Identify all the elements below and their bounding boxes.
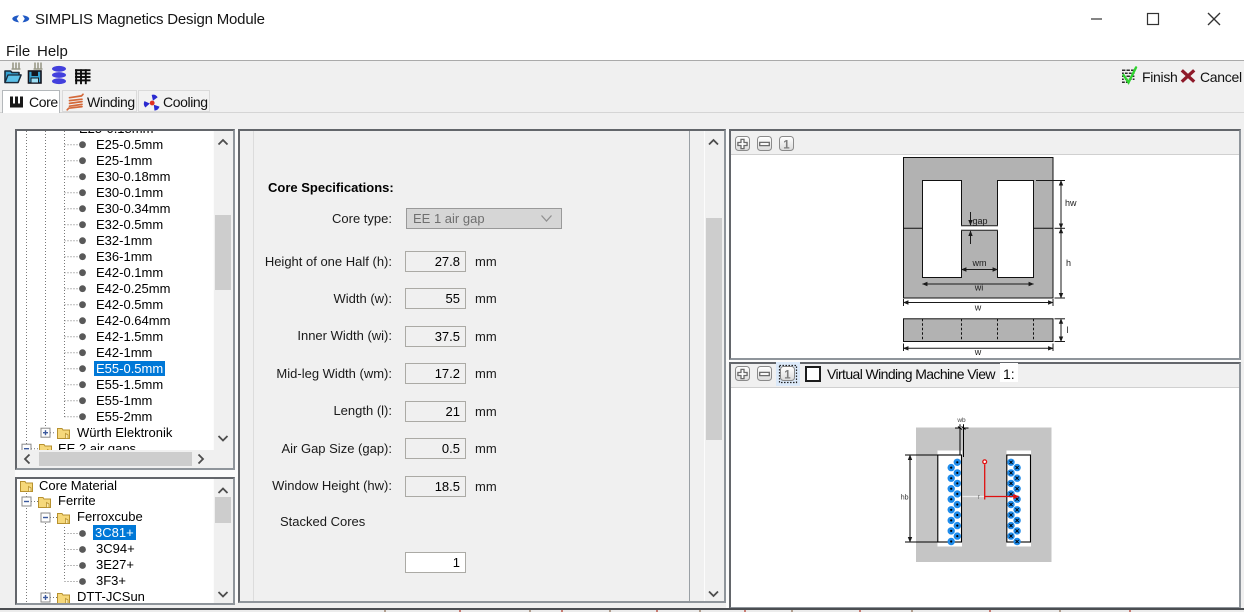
svg-text:hb: hb bbox=[901, 495, 909, 502]
svg-text:1: 1 bbox=[784, 370, 791, 382]
svg-text:wm: wm bbox=[972, 258, 987, 268]
svg-text:wb: wb bbox=[956, 417, 966, 424]
svg-text:w: w bbox=[974, 347, 982, 357]
svg-text:l: l bbox=[1067, 325, 1069, 335]
svg-text:hw: hw bbox=[1065, 198, 1077, 208]
svg-text:1: 1 bbox=[783, 140, 790, 152]
svg-text:h: h bbox=[1066, 258, 1071, 268]
svg-text:wi: wi bbox=[974, 283, 984, 293]
svg-text:w: w bbox=[974, 303, 982, 313]
svg-text:gap: gap bbox=[973, 216, 988, 226]
